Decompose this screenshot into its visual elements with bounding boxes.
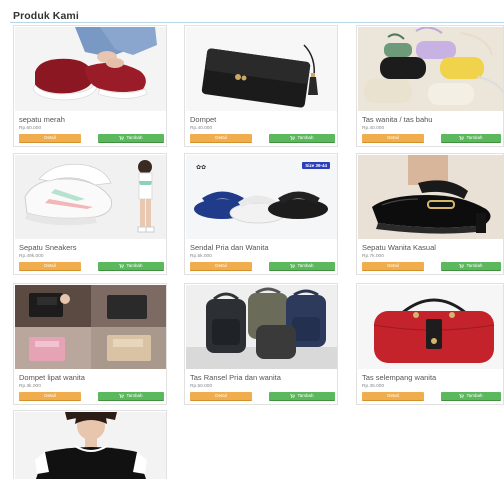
product-image[interactable]: [358, 27, 503, 111]
product-name: sepatu merah: [19, 115, 65, 124]
product-card: ✿✿ Size 39-44 Sendal Pria dan Wanita Rp.…: [184, 153, 338, 275]
add-button-label: Tambah: [126, 263, 143, 268]
product-card: Dompet lipat wanita Rp.3k.000 Detail Tam…: [13, 283, 167, 405]
sling-bag-image: [358, 285, 503, 369]
product-image[interactable]: ✿✿ Size 39-44: [186, 155, 337, 239]
add-button[interactable]: Tambah: [441, 134, 501, 143]
product-image[interactable]: [358, 155, 503, 239]
detail-button[interactable]: Detail: [19, 134, 81, 143]
svg-text:✿✿: ✿✿: [196, 164, 206, 171]
product-image[interactable]: [186, 27, 337, 111]
size-badge: Size 39-44: [302, 162, 330, 169]
section-title: Produk Kami: [13, 10, 79, 22]
add-button[interactable]: Tambah: [441, 262, 501, 271]
product-image[interactable]: [15, 285, 166, 369]
title-divider: [10, 22, 504, 23]
add-button-label: Tambah: [466, 393, 483, 398]
detail-button[interactable]: Detail: [362, 392, 424, 401]
sneakers-image: [15, 155, 166, 239]
cart-icon: [459, 263, 465, 268]
add-button[interactable]: Tambah: [441, 392, 501, 401]
product-image[interactable]: [358, 285, 503, 369]
black-dress-image: [15, 412, 166, 479]
cart-icon: [119, 135, 125, 140]
product-card: Sepatu Wanita Kasual Rp.7k.000 Detail Ta…: [356, 153, 504, 275]
product-card: Tas wanita / tas bahu Rp.40.000 Detail T…: [356, 25, 504, 147]
cart-icon: [459, 135, 465, 140]
product-image[interactable]: [186, 285, 337, 369]
add-button[interactable]: Tambah: [269, 134, 335, 143]
detail-button[interactable]: Detail: [190, 134, 252, 143]
detail-button[interactable]: Detail: [19, 262, 81, 271]
product-card: Dompet Rp.40.000 Detail Tambah: [184, 25, 338, 147]
product-image[interactable]: [15, 412, 166, 479]
product-card: sepatu merah Rp.60.000 Detail Tambah: [13, 25, 167, 147]
cart-icon: [119, 393, 125, 398]
cart-icon: [290, 135, 296, 140]
product-card: Tas Ransel Pria dan wanita Rp.50.000 Det…: [184, 283, 338, 405]
detail-button[interactable]: Detail: [19, 392, 81, 401]
product-card: Sepatu Sneakers Rp.49k.000 Detail Tambah: [13, 153, 167, 275]
add-button-label: Tambah: [297, 393, 314, 398]
product-name: Sendal Pria dan Wanita: [190, 243, 269, 252]
detail-button[interactable]: Detail: [362, 262, 424, 271]
add-button[interactable]: Tambah: [98, 392, 164, 401]
add-button-label: Tambah: [297, 263, 314, 268]
product-price: Rp.60.000: [19, 126, 42, 131]
product-image[interactable]: [15, 155, 166, 239]
wallet-image: [186, 27, 337, 111]
product-name: Tas Ransel Pria dan wanita: [190, 373, 281, 382]
product-card: [13, 410, 167, 479]
product-price: Rp.40.000: [362, 126, 385, 131]
add-button[interactable]: Tambah: [98, 134, 164, 143]
product-price: Rp.50.000: [190, 384, 213, 389]
add-button[interactable]: Tambah: [269, 262, 335, 271]
cart-icon: [290, 393, 296, 398]
product-name: Sepatu Sneakers: [19, 243, 77, 252]
shoulder-bags-image: [358, 27, 503, 111]
add-button-label: Tambah: [126, 135, 143, 140]
product-price: Rp.5k.000: [190, 254, 212, 259]
cart-icon: [119, 263, 125, 268]
product-price: Rp.40.000: [190, 126, 213, 131]
add-button-label: Tambah: [466, 263, 483, 268]
product-name: Dompet lipat wanita: [19, 373, 85, 382]
product-price: Rp.7k.000: [362, 254, 384, 259]
add-button[interactable]: Tambah: [269, 392, 335, 401]
cart-icon: [459, 393, 465, 398]
folding-wallet-image: [15, 285, 166, 369]
product-name: Tas wanita / tas bahu: [362, 115, 433, 124]
product-image[interactable]: [15, 27, 166, 111]
product-price: Rp.35.000: [362, 384, 385, 389]
product-name: Tas selempang wanita: [362, 373, 437, 382]
add-button-label: Tambah: [466, 135, 483, 140]
product-name: Dompet: [190, 115, 217, 124]
detail-button[interactable]: Detail: [362, 134, 424, 143]
product-price: Rp.49k.000: [19, 254, 44, 259]
product-card: Tas selempang wanita Rp.35.000 Detail Ta…: [356, 283, 504, 405]
product-name: Sepatu Wanita Kasual: [362, 243, 436, 252]
detail-button[interactable]: Detail: [190, 392, 252, 401]
add-button-label: Tambah: [126, 393, 143, 398]
product-page: Produk Kami sepatu merah Rp.60.000 Detai…: [0, 0, 504, 479]
cart-icon: [290, 263, 296, 268]
product-price: Rp.3k.000: [19, 384, 41, 389]
casual-shoe-image: [358, 155, 503, 239]
detail-button[interactable]: Detail: [190, 262, 252, 271]
add-button-label: Tambah: [297, 135, 314, 140]
red-shoes-image: [15, 27, 166, 111]
backpacks-image: [186, 285, 337, 369]
add-button[interactable]: Tambah: [98, 262, 164, 271]
